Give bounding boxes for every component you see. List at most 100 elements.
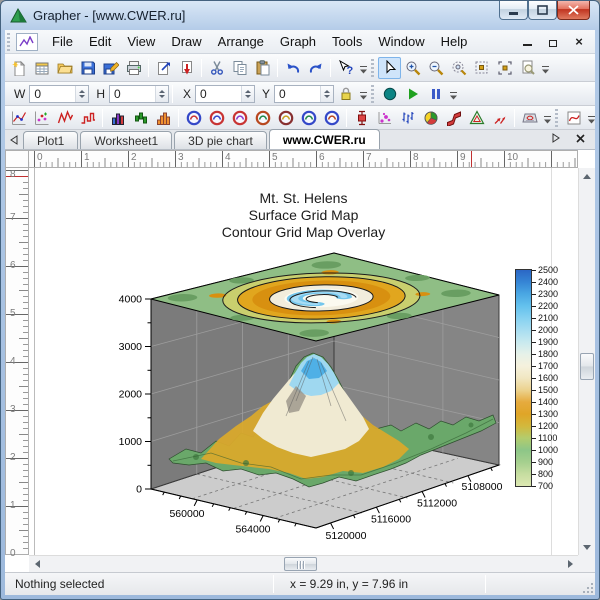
new-worksheet-button[interactable]	[30, 57, 53, 79]
select-pointer-button[interactable]	[378, 57, 401, 79]
3d-scatter-plot-button[interactable]	[373, 107, 396, 129]
line-plot-button[interactable]	[53, 107, 76, 129]
toolbar-overflow-button[interactable]	[585, 108, 597, 128]
box-whisker-plot-button[interactable]	[350, 107, 373, 129]
aspect-lock-button[interactable]	[334, 83, 357, 105]
color-scale-legend[interactable]: 7008009001000110012001300140015001600170…	[515, 269, 575, 489]
record-script-button[interactable]	[378, 83, 401, 105]
tab-3d-pie-chart[interactable]: 3D pie chart	[174, 131, 267, 149]
menu-window[interactable]: Window	[370, 31, 432, 52]
close-button[interactable]	[557, 1, 590, 20]
tab-www-cwer-ru[interactable]: www.CWER.ru	[269, 129, 380, 149]
hi-low-close-plot-button[interactable]	[396, 107, 419, 129]
y-field[interactable]: 0	[274, 85, 334, 103]
menu-file[interactable]: File	[44, 31, 81, 52]
zoom-selected-button[interactable]	[447, 57, 470, 79]
smith-plot-button[interactable]	[320, 107, 343, 129]
vector-plot-button[interactable]	[488, 107, 511, 129]
polar-class-plot-button[interactable]	[205, 107, 228, 129]
tab-worksheet1[interactable]: Worksheet1	[80, 131, 172, 149]
tab-scroll-left-button[interactable]	[5, 131, 23, 149]
maximize-button[interactable]	[528, 1, 557, 20]
line-scatter-plot-button[interactable]	[7, 107, 30, 129]
w-field[interactable]: 0	[29, 85, 89, 103]
spinner-buttons[interactable]	[75, 86, 88, 102]
mdi-minimize-button[interactable]	[519, 34, 535, 48]
polar-plot-button[interactable]	[182, 107, 205, 129]
new-document-button[interactable]	[7, 57, 30, 79]
scatter-plot-button[interactable]	[30, 107, 53, 129]
scroll-down-button[interactable]	[579, 539, 595, 555]
undo-button[interactable]	[281, 57, 304, 79]
toolbar-grip[interactable]	[371, 59, 374, 77]
toolbar-overflow-button[interactable]	[357, 84, 369, 104]
vertical-ruler[interactable]: 876543210	[5, 168, 29, 555]
print-button[interactable]	[122, 57, 145, 79]
run-script-button[interactable]	[401, 83, 424, 105]
menu-draw[interactable]: Draw	[163, 31, 209, 52]
redo-button[interactable]	[304, 57, 327, 79]
tab-scroll-right-button[interactable]	[547, 129, 565, 147]
menu-help[interactable]: Help	[433, 31, 476, 52]
copy-button[interactable]	[228, 57, 251, 79]
import-button[interactable]	[175, 57, 198, 79]
toolbar-grip[interactable]	[555, 109, 558, 127]
zoom-window-button[interactable]	[470, 57, 493, 79]
spinner-buttons[interactable]	[320, 86, 333, 102]
zoom-in-button[interactable]	[401, 57, 424, 79]
menu-tools[interactable]: Tools	[324, 31, 370, 52]
minimize-button[interactable]	[499, 1, 528, 20]
vertical-scroll-thumb[interactable]	[580, 353, 594, 380]
scroll-right-button[interactable]	[562, 556, 578, 572]
menu-arrange[interactable]: Arrange	[210, 31, 272, 52]
tab-close-button[interactable]	[571, 129, 589, 147]
toolbar-overflow-button[interactable]	[541, 108, 553, 128]
fit-to-window-button[interactable]	[493, 57, 516, 79]
surface-plot[interactable]: 0 1000 2000 3000 4000 560000 564000 5120…	[29, 168, 578, 555]
bar-chart-button[interactable]	[106, 107, 129, 129]
mdi-restore-button[interactable]	[545, 34, 561, 48]
horizontal-scrollbar[interactable]	[29, 555, 578, 572]
mdi-close-button[interactable]: ×	[571, 34, 587, 48]
3d-ribbon-plot-button[interactable]	[442, 107, 465, 129]
h-field[interactable]: 0	[109, 85, 169, 103]
radar-plot-button[interactable]	[274, 107, 297, 129]
wind-chart-button[interactable]	[251, 107, 274, 129]
polar-bar-chart-button[interactable]	[297, 107, 320, 129]
menu-view[interactable]: View	[119, 31, 163, 52]
export-button[interactable]	[152, 57, 175, 79]
spinner-buttons[interactable]	[241, 86, 254, 102]
save-button[interactable]	[76, 57, 99, 79]
horizontal-ruler[interactable]: 012345678910	[29, 150, 578, 168]
toolbar-overflow-button[interactable]	[357, 58, 369, 78]
histogram-button[interactable]	[152, 107, 175, 129]
zoom-out-button[interactable]	[424, 57, 447, 79]
x-field[interactable]: 0	[195, 85, 255, 103]
floating-bar-chart-button[interactable]	[129, 107, 152, 129]
menu-graph[interactable]: Graph	[272, 31, 324, 52]
cut-button[interactable]	[205, 57, 228, 79]
contour-map-button[interactable]	[518, 107, 541, 129]
save-as-button[interactable]	[99, 57, 122, 79]
step-plot-button[interactable]	[76, 107, 99, 129]
print-preview-button[interactable]	[516, 57, 539, 79]
toolbar-overflow-button[interactable]	[539, 58, 551, 78]
spinner-buttons[interactable]	[155, 86, 168, 102]
open-button[interactable]	[53, 57, 76, 79]
resize-grip[interactable]	[581, 581, 593, 593]
function-plot-button[interactable]	[562, 107, 585, 129]
menu-edit[interactable]: Edit	[81, 31, 119, 52]
title-bar[interactable]: Grapher - [www.CWER.ru]	[1, 1, 599, 30]
scroll-left-button[interactable]	[29, 556, 45, 572]
toolbar-grip[interactable]	[371, 85, 374, 103]
menubar-grip[interactable]	[7, 33, 10, 51]
pie-chart-button[interactable]	[419, 107, 442, 129]
whats-this-help-button[interactable]: ?	[334, 57, 357, 79]
vertical-scrollbar[interactable]	[578, 168, 595, 555]
tab-plot1[interactable]: Plot1	[23, 131, 78, 149]
plot-canvas[interactable]: Mt. St. Helens Surface Grid Map Contour …	[29, 168, 578, 555]
rose-diagram-button[interactable]	[228, 107, 251, 129]
horizontal-scroll-thumb[interactable]	[284, 557, 317, 571]
pause-script-button[interactable]	[424, 83, 447, 105]
ternary-diagram-button[interactable]	[465, 107, 488, 129]
